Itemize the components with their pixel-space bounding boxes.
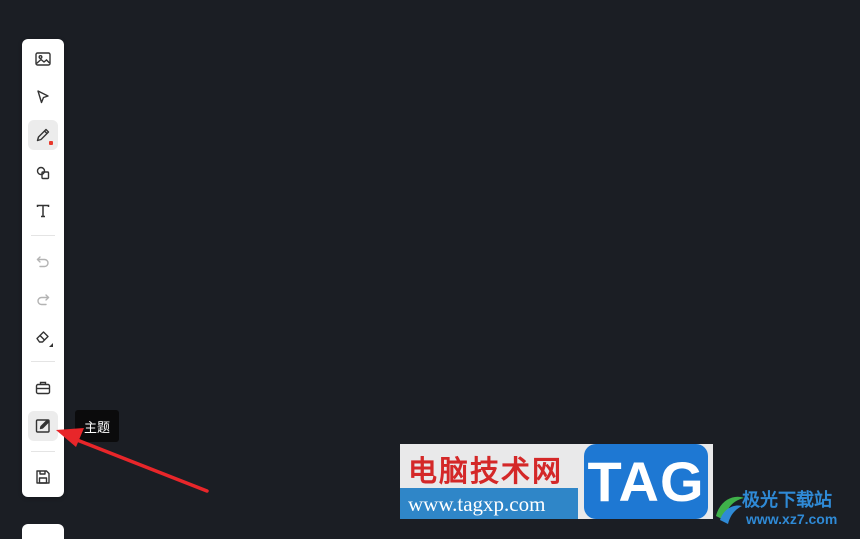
select-tool-button[interactable] (28, 82, 58, 112)
eraser-tool-button[interactable] (28, 322, 58, 352)
toolbar-divider (31, 361, 55, 362)
image-icon (35, 52, 51, 66)
theme-icon (35, 419, 50, 433)
theme-button[interactable] (28, 411, 58, 441)
watermark-tag-logo: TAG (584, 444, 708, 519)
watermark-url: www.tagxp.com (408, 492, 546, 516)
watermark-title: 电脑技术网 (408, 456, 564, 488)
watermark-banner: 电脑技术网 www.tagxp.com TAG (400, 444, 713, 519)
select-cursor-icon (37, 90, 49, 104)
toolbar-divider (31, 235, 55, 236)
redo-icon (37, 294, 50, 306)
site-name: 极光下载站 (742, 490, 832, 510)
aurora-logo-icon (716, 496, 744, 524)
theme-tooltip: 主题 (75, 410, 119, 442)
text-icon (36, 204, 50, 218)
redo-button[interactable] (28, 284, 58, 314)
toolbox-button[interactable] (28, 373, 58, 403)
pen-tool-button[interactable] (28, 120, 58, 150)
shapes-icon (36, 166, 50, 180)
pen-color-indicator (49, 141, 53, 145)
eraser-options-indicator (49, 343, 53, 347)
secondary-toolbar-edge[interactable] (22, 524, 64, 539)
toolbar-divider (31, 451, 55, 452)
text-tool-button[interactable] (28, 196, 58, 226)
site-logo: 极光下载站 www.xz7.com (712, 484, 860, 534)
shapes-tool-button[interactable] (28, 158, 58, 188)
whiteboard-canvas[interactable]: 主题 电脑技术网 www.tagxp.com TAG 极光下载站 www.xz7… (0, 0, 860, 539)
insert-image-button[interactable] (28, 44, 58, 74)
site-url: www.xz7.com (746, 511, 838, 527)
toolbox-icon (35, 381, 51, 395)
left-toolbar (22, 39, 64, 497)
save-icon (36, 470, 50, 484)
undo-button[interactable] (28, 246, 58, 276)
save-button[interactable] (28, 462, 58, 492)
undo-icon (36, 256, 49, 268)
